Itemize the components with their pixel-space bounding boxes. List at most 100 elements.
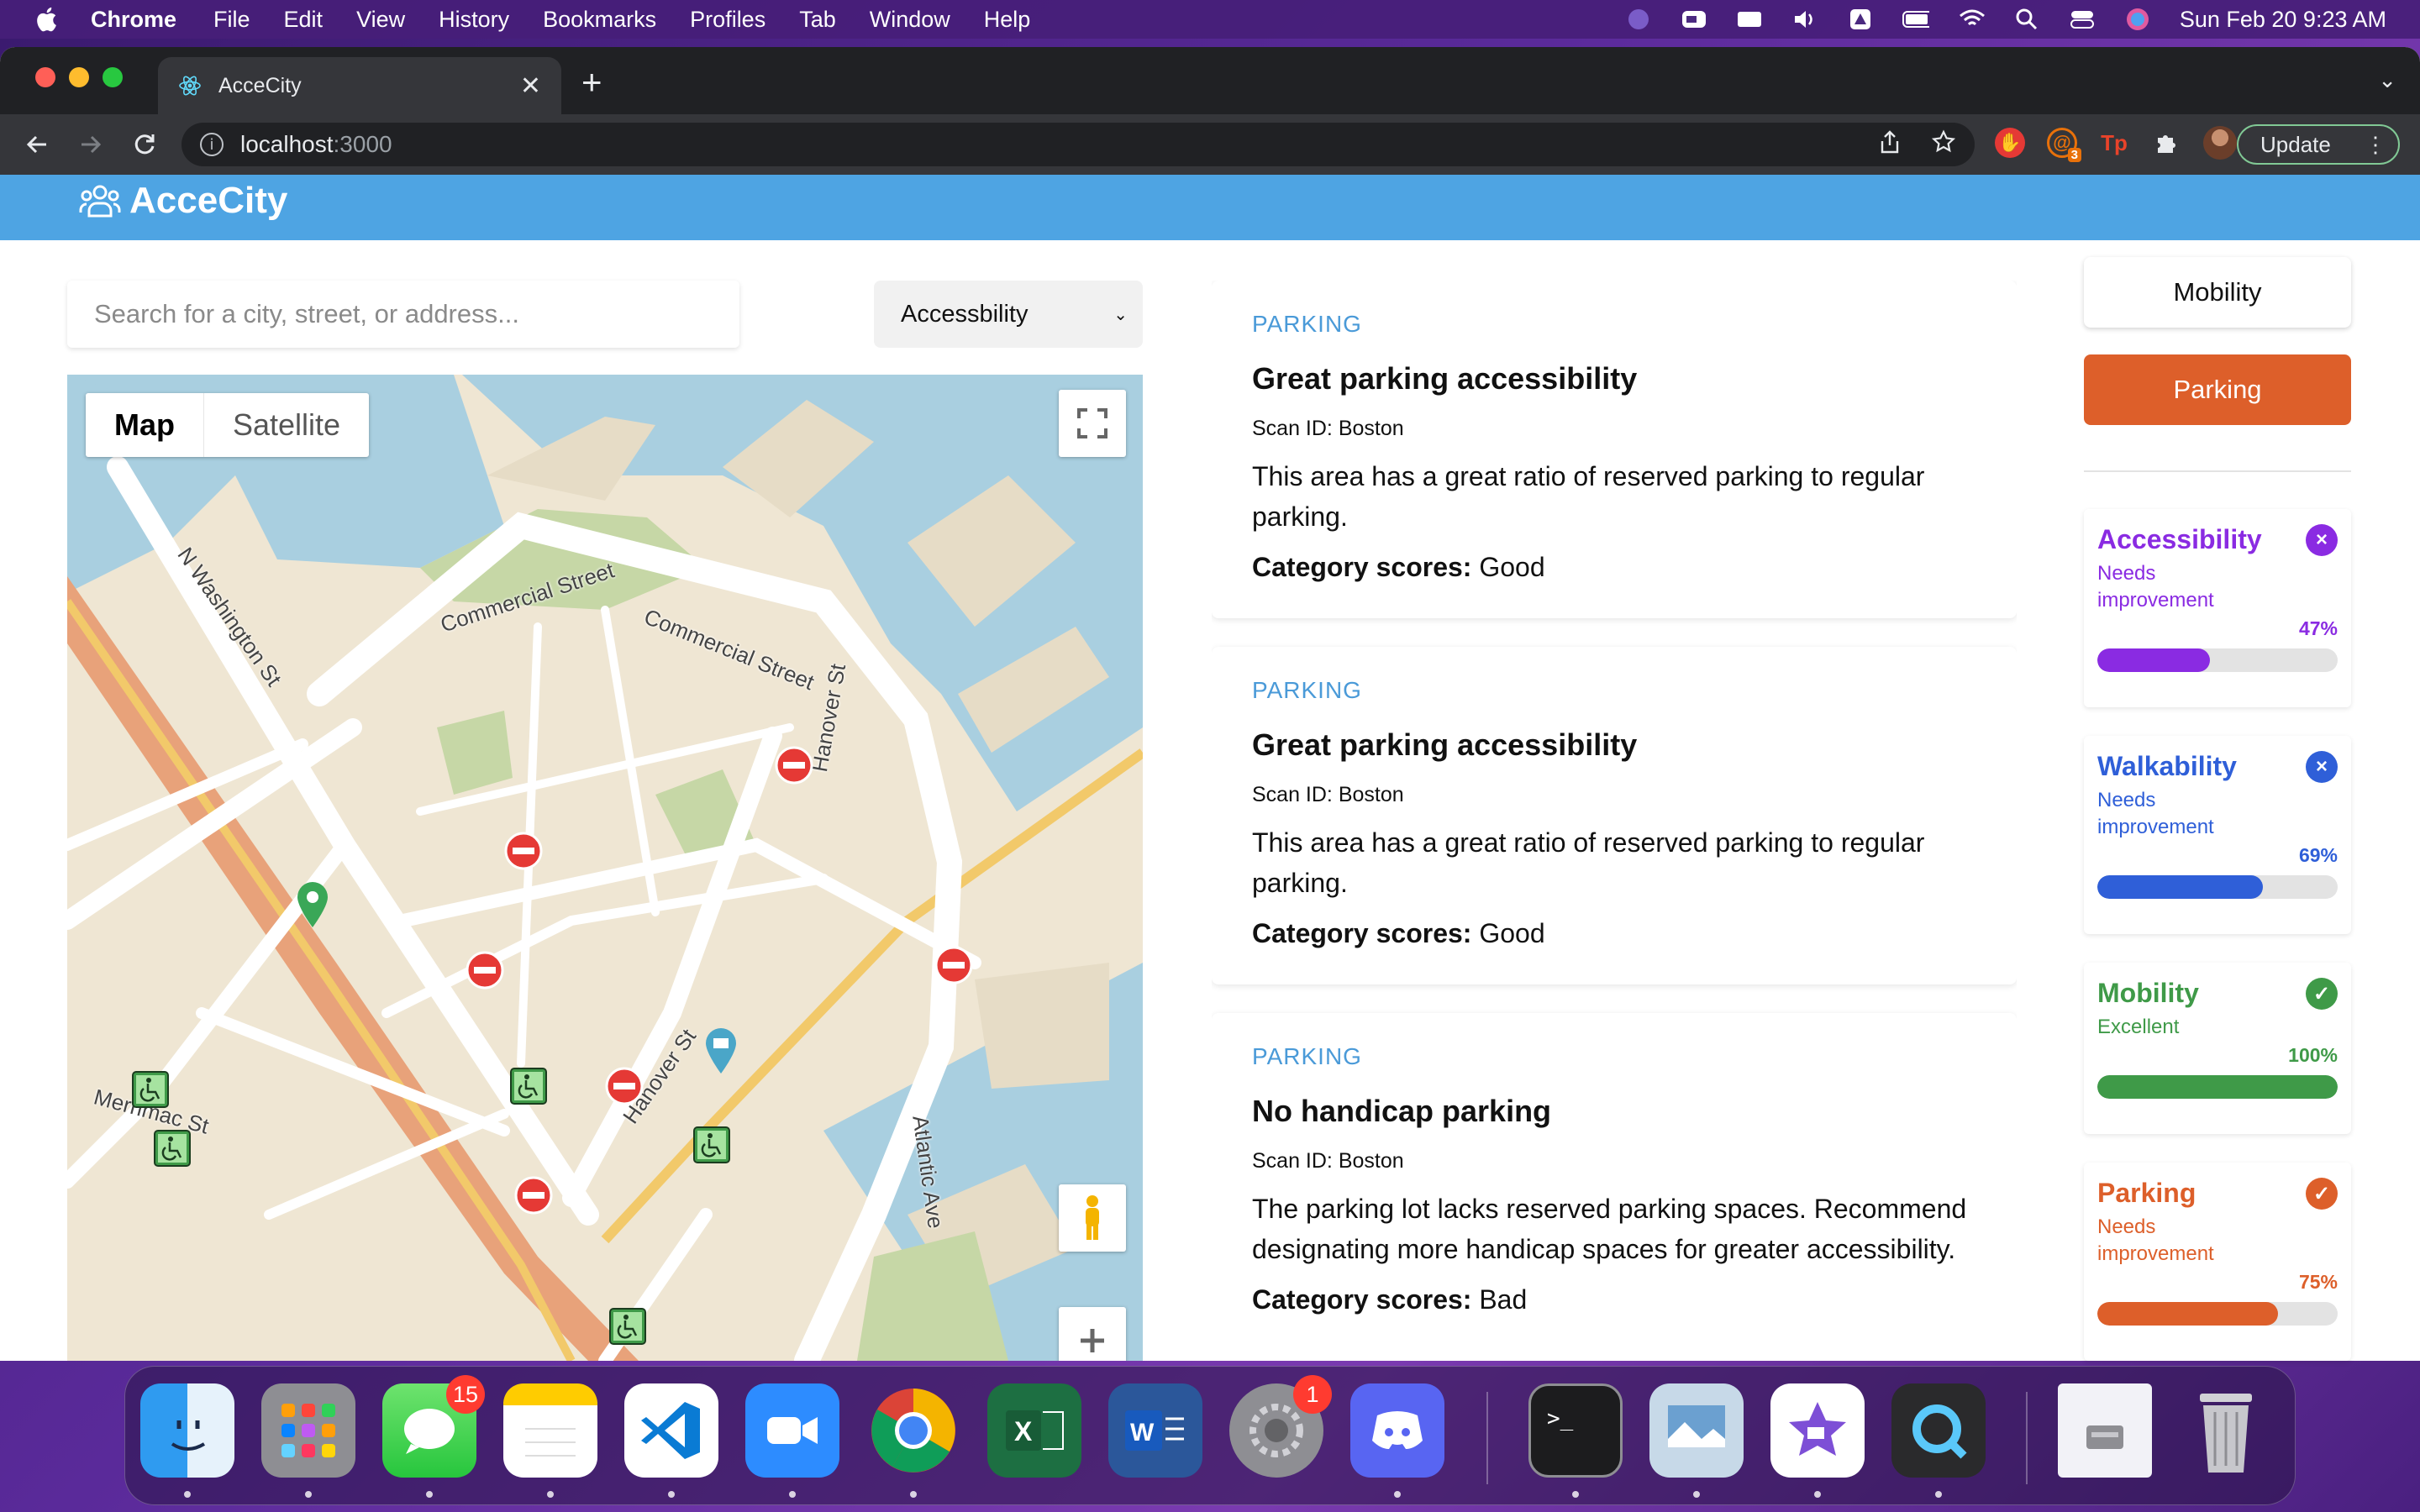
- site-info-icon[interactable]: i: [200, 133, 224, 156]
- tp-extension-icon[interactable]: Tp: [2099, 128, 2129, 158]
- messages-icon[interactable]: 15: [382, 1375, 485, 1478]
- menu-history[interactable]: History: [439, 7, 509, 33]
- handicap-parking-marker-icon[interactable]: [608, 1307, 647, 1346]
- word-icon[interactable]: W: [1108, 1383, 1202, 1478]
- forward-icon[interactable]: [74, 128, 108, 161]
- control-center-icon[interactable]: [2069, 8, 2096, 31]
- museum-pin-icon[interactable]: [702, 1025, 739, 1075]
- search-input[interactable]: [94, 299, 739, 329]
- map-type-satellite-button[interactable]: Satellite: [204, 393, 369, 457]
- keyboard-icon[interactable]: [1736, 8, 1763, 31]
- parking-button[interactable]: Parking: [2084, 354, 2351, 425]
- apple-icon[interactable]: [34, 5, 62, 34]
- score-card-accessibility[interactable]: Accessibility Needs improvement 47% ×: [2084, 509, 2351, 707]
- insight-cards-list[interactable]: PARKING Great parking accessibility Scan…: [1212, 281, 2017, 1361]
- check-icon[interactable]: ✓: [2306, 1178, 2338, 1210]
- vscode-icon[interactable]: [624, 1383, 718, 1478]
- zoom-icon[interactable]: [745, 1383, 839, 1478]
- disk-image-icon[interactable]: [2058, 1383, 2152, 1478]
- zoom-status-icon[interactable]: [1681, 8, 1707, 31]
- no-parking-marker-icon[interactable]: [514, 1176, 553, 1215]
- fullscreen-button[interactable]: [1059, 390, 1126, 457]
- menu-edit[interactable]: Edit: [284, 7, 324, 33]
- launchpad-icon[interactable]: [261, 1383, 355, 1478]
- menu-window[interactable]: Window: [870, 7, 950, 33]
- siri-icon[interactable]: [2124, 8, 2151, 31]
- puzzle-extensions-icon[interactable]: [2151, 128, 2181, 158]
- map-view[interactable]: N Washington St Commercial Street Commer…: [67, 375, 1143, 1361]
- close-window-button[interactable]: [35, 67, 55, 87]
- score-card-parking[interactable]: Parking Needs improvement 75% ✓: [2084, 1163, 2351, 1361]
- volume-icon[interactable]: [1791, 8, 1818, 31]
- update-button[interactable]: Update ⋮: [2237, 124, 2400, 165]
- trash-icon[interactable]: [2179, 1383, 2273, 1478]
- insight-card[interactable]: PARKING Great parking accessibility Scan…: [1212, 281, 2017, 618]
- chrome-icon[interactable]: [866, 1383, 960, 1478]
- quicktime-icon[interactable]: [1891, 1383, 1986, 1478]
- menu-bookmarks[interactable]: Bookmarks: [543, 7, 656, 33]
- notes-icon[interactable]: [503, 1383, 597, 1478]
- insight-card[interactable]: PARKING Great parking accessibility Scan…: [1212, 647, 2017, 984]
- tab-close-icon[interactable]: ✕: [520, 71, 541, 101]
- no-parking-marker-icon[interactable]: [934, 946, 973, 984]
- discord-icon[interactable]: [1350, 1383, 1444, 1478]
- profile-avatar[interactable]: [2203, 126, 2237, 160]
- address-bar[interactable]: i localhost:3000: [182, 123, 1975, 166]
- handicap-parking-marker-icon[interactable]: [509, 1067, 548, 1105]
- map-canvas[interactable]: [67, 375, 1143, 1361]
- menu-file[interactable]: File: [213, 7, 250, 33]
- spotlight-icon[interactable]: [2013, 8, 2040, 31]
- reload-icon[interactable]: [128, 128, 161, 161]
- tab-search-chevron-icon[interactable]: ⌄: [2378, 67, 2396, 93]
- location-pin-icon[interactable]: [294, 879, 331, 929]
- menu-tab[interactable]: Tab: [799, 7, 836, 33]
- no-parking-marker-icon[interactable]: [605, 1067, 644, 1105]
- check-icon[interactable]: ✓: [2306, 978, 2338, 1010]
- system-preferences-icon[interactable]: 1: [1229, 1375, 1332, 1478]
- zoom-window-button[interactable]: [103, 67, 123, 87]
- share-icon[interactable]: [1879, 129, 1901, 160]
- close-icon[interactable]: ×: [2306, 524, 2338, 556]
- focus-icon[interactable]: [1625, 8, 1652, 31]
- street-view-pegman-button[interactable]: [1059, 1184, 1126, 1252]
- no-parking-marker-icon[interactable]: [466, 951, 504, 990]
- score-percent: 69%: [2298, 844, 2338, 866]
- handicap-parking-marker-icon[interactable]: [153, 1129, 192, 1168]
- terminal-icon[interactable]: >_: [1528, 1383, 1623, 1478]
- wifi-icon[interactable]: [1958, 8, 1985, 31]
- category-filter-select[interactable]: Accessbility ⌄: [874, 281, 1143, 348]
- no-parking-marker-icon[interactable]: [504, 832, 543, 870]
- insight-card[interactable]: PARKING No handicap parking Scan ID: Bos…: [1212, 1013, 2017, 1361]
- bookmark-star-icon[interactable]: [1931, 129, 1956, 160]
- score-card-walkability[interactable]: Walkability Needs improvement 69% ×: [2084, 736, 2351, 934]
- menu-view[interactable]: View: [356, 7, 405, 33]
- back-icon[interactable]: [20, 128, 54, 161]
- new-tab-icon[interactable]: +: [581, 62, 602, 102]
- map-type-map-button[interactable]: Map: [86, 393, 204, 457]
- menu-app-name[interactable]: Chrome: [91, 7, 176, 33]
- battery-icon[interactable]: [1902, 8, 1929, 31]
- close-icon[interactable]: ×: [2306, 751, 2338, 783]
- menu-profiles[interactable]: Profiles: [690, 7, 765, 33]
- preview-icon[interactable]: [1649, 1383, 1744, 1478]
- zoom-in-button[interactable]: [1059, 1307, 1126, 1361]
- url-port: :3000: [333, 131, 392, 157]
- brand-logo[interactable]: AcceCity: [79, 180, 287, 222]
- handicap-parking-marker-icon[interactable]: [692, 1126, 731, 1164]
- score-card-mobility[interactable]: Mobility Excellent 100% ✓: [2084, 963, 2351, 1134]
- no-parking-marker-icon[interactable]: [775, 746, 813, 785]
- menu-clock[interactable]: Sun Feb 20 9:23 AM: [2180, 7, 2386, 33]
- more-menu-icon[interactable]: ⋮: [2365, 132, 2386, 158]
- handicap-parking-marker-icon[interactable]: [131, 1070, 170, 1109]
- menu-help[interactable]: Help: [984, 7, 1031, 33]
- extension-with-badge-icon[interactable]: @3: [2047, 128, 2081, 162]
- tab-accecity[interactable]: AcceCity ✕: [158, 57, 561, 114]
- score-status: Needs improvement: [2097, 562, 2214, 612]
- drive-icon[interactable]: [1847, 8, 1874, 31]
- imovie-icon[interactable]: [1770, 1383, 1865, 1478]
- mobility-button[interactable]: Mobility: [2084, 257, 2351, 328]
- minimize-window-button[interactable]: [69, 67, 89, 87]
- hand-extension-icon[interactable]: ✋: [1995, 128, 2025, 158]
- excel-icon[interactable]: X: [987, 1383, 1081, 1478]
- finder-icon[interactable]: [140, 1383, 234, 1478]
